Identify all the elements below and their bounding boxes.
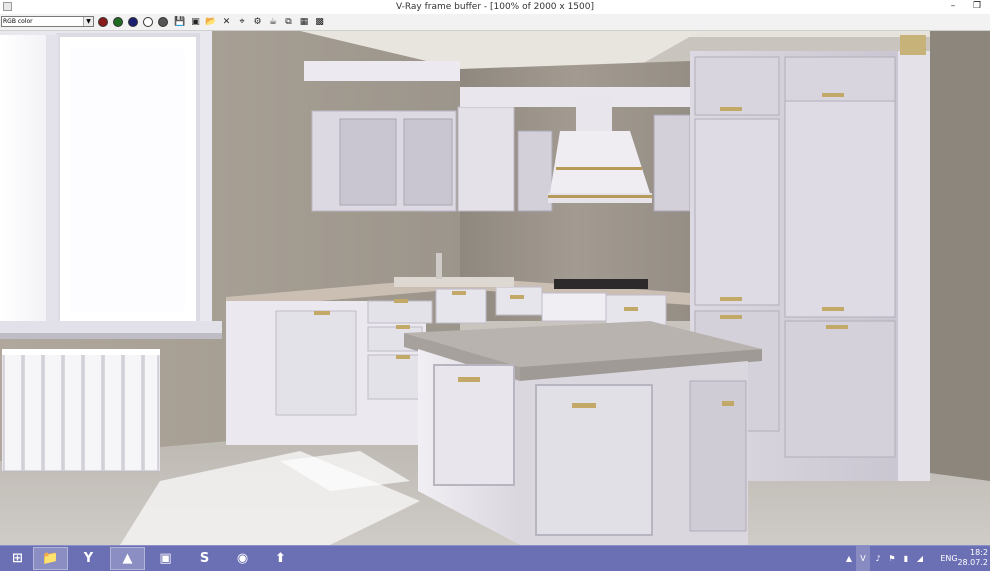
- rendered-kitchen-image: [0, 31, 990, 545]
- minimize-button[interactable]: –: [942, 0, 964, 13]
- 3ds-max-app[interactable]: ▲: [110, 547, 145, 570]
- region-render-icon[interactable]: ⚙: [252, 16, 264, 28]
- system-clock[interactable]: 18:2 28.07.2: [957, 548, 988, 568]
- skype-app[interactable]: S: [187, 547, 222, 570]
- file-explorer-app-icon: 📁: [42, 551, 59, 566]
- restore-button[interactable]: ❐: [966, 0, 988, 13]
- 3ds-max-app-icon: ▲: [122, 551, 133, 566]
- skype-app-icon: S: [199, 551, 210, 566]
- yandex-browser-app-icon: Y: [83, 551, 94, 566]
- battery-icon[interactable]: ▮: [900, 546, 912, 571]
- render-last-icon[interactable]: ☕: [267, 16, 279, 28]
- volume-icon[interactable]: ♪: [872, 546, 884, 571]
- media-app-icon: ◉: [236, 551, 249, 566]
- vray-tray-icon[interactable]: V: [856, 546, 870, 571]
- track-mouse-icon[interactable]: ⌖: [236, 16, 248, 28]
- flag-icon[interactable]: ⚑: [886, 546, 898, 571]
- network-icon[interactable]: ◢: [914, 546, 926, 571]
- yandex-browser-app[interactable]: Y: [71, 547, 106, 570]
- green-channel-button[interactable]: [113, 17, 123, 27]
- taskbar: ⊞ 📁 Y ▲ ▣ S ◉ ⬆ ▲ V ♪ ⚑ ▮ ◢ ENG 18:2 28.07.2: [0, 545, 990, 571]
- photo-viewer-app[interactable]: ▣: [148, 547, 183, 570]
- channel-select[interactable]: RGB color ▼: [1, 16, 94, 27]
- alpha-channel-button[interactable]: [143, 17, 153, 27]
- update-app[interactable]: ⬆: [263, 547, 298, 570]
- media-app[interactable]: ◉: [225, 547, 260, 570]
- monochrome-button[interactable]: [158, 17, 168, 27]
- window-title: V-Ray frame buffer - [100% of 2000 x 150…: [395, 2, 594, 12]
- clear-image-icon[interactable]: ✕: [221, 16, 233, 28]
- vfb-toolbar: RGB color ▼ 💾 ▣ 📂 ✕ ⌖ ⚙ ☕ ⧉ ▦ ▩: [0, 14, 990, 31]
- show-hidden-icons-icon[interactable]: ▲: [842, 546, 856, 571]
- lens-effects-icon[interactable]: ▩: [314, 16, 326, 28]
- update-app-icon: ⬆: [275, 551, 286, 566]
- photo-viewer-app-icon: ▣: [159, 551, 172, 566]
- title-bar: V-Ray frame buffer - [100% of 2000 x 150…: [0, 0, 990, 15]
- save-image-icon[interactable]: 💾: [174, 16, 186, 28]
- blue-channel-button[interactable]: [128, 17, 138, 27]
- load-image-icon[interactable]: 📂: [205, 16, 217, 28]
- color-correction-icon[interactable]: ▦: [298, 16, 310, 28]
- red-channel-button[interactable]: [98, 17, 108, 27]
- file-explorer-app[interactable]: 📁: [33, 547, 68, 570]
- clock-date: 28.07.2: [957, 558, 988, 567]
- render-viewport[interactable]: [0, 31, 990, 545]
- save-all-icon[interactable]: ▣: [190, 16, 202, 28]
- start-button-icon: ⊞: [12, 551, 23, 566]
- chevron-down-icon: ▼: [83, 17, 93, 26]
- channel-select-value: RGB color: [3, 18, 33, 25]
- clock-time: 18:2: [970, 548, 988, 557]
- link-to-vfb-icon[interactable]: ⧉: [283, 16, 295, 28]
- start-button[interactable]: ⊞: [0, 547, 35, 570]
